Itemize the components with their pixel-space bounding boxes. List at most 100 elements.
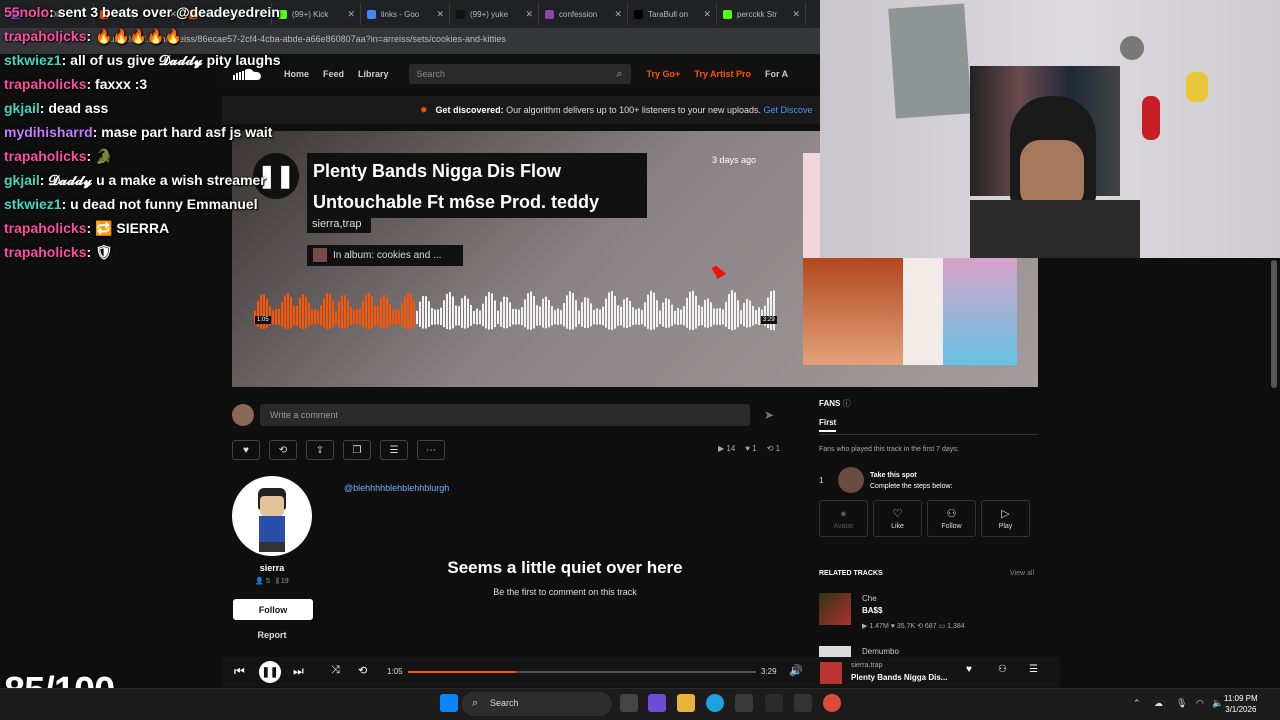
mini-artist[interactable]: sierra,trap [851, 662, 883, 669]
step-like-label: Like [891, 523, 904, 530]
chat-username[interactable]: trapaholicks [4, 244, 86, 260]
tray-chevron-icon[interactable]: ⌃ [1133, 698, 1141, 709]
browser-tab[interactable]: (99+) yuke ✕ [451, 3, 539, 25]
related-track-artwork[interactable] [819, 593, 851, 625]
taskbar-clock[interactable]: 11:09 PM 3/1/2026 [1224, 693, 1258, 715]
for-artists-link[interactable]: For A [765, 69, 788, 79]
waveform[interactable] [254, 285, 776, 343]
copy-link-button[interactable]: ❐ [343, 440, 371, 460]
banner-link[interactable]: Get Discove [764, 105, 813, 115]
repost-button[interactable]: ⟲ [269, 440, 297, 460]
tab-first[interactable]: First [819, 418, 837, 432]
browser-tab[interactable]: percckk Str ✕ [718, 3, 806, 25]
mini-follow-icon[interactable]: ⚇ [998, 664, 1007, 675]
wifi-icon[interactable]: ◠ [1196, 698, 1204, 709]
description-handle[interactable]: @blehhhhblehblehhblurgh [344, 483, 449, 493]
waveform-bar [395, 308, 397, 325]
chat-username[interactable]: 55nolo [4, 4, 49, 20]
tab-close-icon[interactable]: ✕ [525, 9, 533, 20]
share-button[interactable]: ⇪ [306, 440, 334, 460]
chat-username[interactable]: stkwiez1 [4, 196, 62, 212]
browser-tab[interactable]: links - Goo ✕ [362, 3, 450, 25]
chrome-icon[interactable] [823, 694, 841, 712]
related-track-2-artist[interactable]: Demumbo [862, 647, 899, 656]
fans-heading: FANS ⓘ [819, 398, 851, 409]
waveform-bar [482, 303, 484, 327]
chat-username[interactable]: trapaholicks [4, 28, 86, 44]
more-button[interactable]: ⋯ [417, 440, 445, 460]
shuffle-icon[interactable]: ⤨ [331, 664, 340, 677]
add-to-playlist-button[interactable]: ☰ [380, 440, 408, 460]
player-pause-button[interactable]: ❚❚ [259, 661, 281, 683]
try-artist-pro-link[interactable]: Try Artist Pro [694, 69, 751, 79]
empty-comments-subtitle: Be the first to comment on this track [493, 587, 637, 597]
waveform-bar [455, 305, 457, 326]
clock-time: 11:09 PM [1224, 694, 1258, 703]
edge-icon[interactable] [706, 694, 724, 712]
tab-close-icon[interactable]: ✕ [614, 9, 622, 20]
nav-library[interactable]: Library [358, 69, 389, 79]
search-input[interactable]: Search ⌕ [408, 64, 631, 84]
browser-tab[interactable]: confession ✕ [540, 3, 628, 25]
mini-title[interactable]: Plenty Bands Nigga Dis... [851, 673, 947, 682]
chat-username[interactable]: stkwiez1 [4, 52, 62, 68]
windows-start-icon[interactable] [440, 694, 458, 712]
waveform-bar [668, 299, 670, 328]
search-icon[interactable]: ⌕ [616, 68, 622, 81]
speaker-icon[interactable]: 🔈 [1212, 698, 1223, 709]
mini-like-icon[interactable]: ♥ [966, 664, 972, 675]
waveform-bar [308, 302, 310, 327]
app-icon[interactable] [765, 694, 783, 712]
browser-tab[interactable]: TaraBull on ✕ [629, 3, 717, 25]
step-follow[interactable]: ⚇ Follow [927, 500, 976, 537]
mini-artwork[interactable] [820, 662, 842, 684]
uploader-name[interactable]: sierra [232, 563, 312, 573]
related-track-title[interactable]: BA$$ [862, 606, 882, 615]
chat-username[interactable]: trapaholicks [4, 148, 86, 164]
waveform-bar [653, 292, 655, 330]
related-track-artist[interactable]: Che [862, 594, 877, 603]
queue-icon[interactable]: ☰ [1029, 664, 1038, 675]
waveform-bar [272, 310, 274, 325]
track-stats: ▶ 14 ♥ 1 ⟲ 1 [718, 444, 780, 453]
chat-username[interactable]: trapaholicks [4, 76, 86, 92]
like-button[interactable]: ♥ [232, 440, 260, 460]
next-icon[interactable]: ⏭ [293, 664, 304, 679]
uploader-avatar[interactable] [232, 476, 312, 556]
step-like[interactable]: ♡ Like [873, 500, 922, 537]
tab-label: links - Goo [381, 9, 420, 19]
page-scrollbar[interactable] [1271, 260, 1277, 388]
repeat-icon[interactable]: ⟲ [358, 664, 367, 677]
info-icon[interactable]: ⓘ [843, 399, 851, 408]
tab-close-icon[interactable]: ✕ [347, 9, 355, 20]
chat-message: stkwiez1: u dead not funny Emmanuel [4, 192, 334, 216]
volume-icon[interactable]: 🔊 [789, 664, 803, 677]
tab-close-icon[interactable]: ✕ [703, 9, 711, 20]
tab-close-icon[interactable]: ✕ [436, 9, 444, 20]
follow-button[interactable]: Follow [233, 599, 313, 620]
report-button[interactable]: Report [232, 630, 312, 640]
tab-close-icon[interactable]: ✕ [792, 9, 800, 20]
waveform-bar [584, 297, 586, 329]
chat-username[interactable]: mydihisharrd [4, 124, 93, 140]
previous-icon[interactable]: ⏮ [234, 664, 245, 679]
copilot-icon[interactable] [648, 694, 666, 712]
heart-icon: ♥ [243, 444, 249, 456]
task-view-icon[interactable] [620, 694, 638, 712]
chat-username[interactable]: gkjail [4, 172, 40, 188]
network-icon[interactable]: ☁ [1154, 698, 1163, 709]
send-icon[interactable]: ➤ [764, 408, 774, 422]
chat-username[interactable]: gkjail [4, 100, 40, 116]
step-play[interactable]: ▷ Play [981, 500, 1030, 537]
progress-bar[interactable] [408, 671, 756, 673]
file-explorer-icon[interactable] [677, 694, 695, 712]
chat-username[interactable]: trapaholicks [4, 220, 86, 236]
try-go-plus-link[interactable]: Try Go+ [647, 69, 681, 79]
view-all-link[interactable]: View all [1010, 570, 1034, 577]
chat-colon: : [86, 244, 96, 260]
discord-icon[interactable] [794, 694, 812, 712]
store-icon[interactable] [735, 694, 753, 712]
comment-input[interactable]: Write a comment [260, 404, 750, 426]
taskbar-search[interactable]: ⌕ Search [462, 692, 612, 716]
mic-icon[interactable]: 🎙 [1176, 698, 1187, 709]
